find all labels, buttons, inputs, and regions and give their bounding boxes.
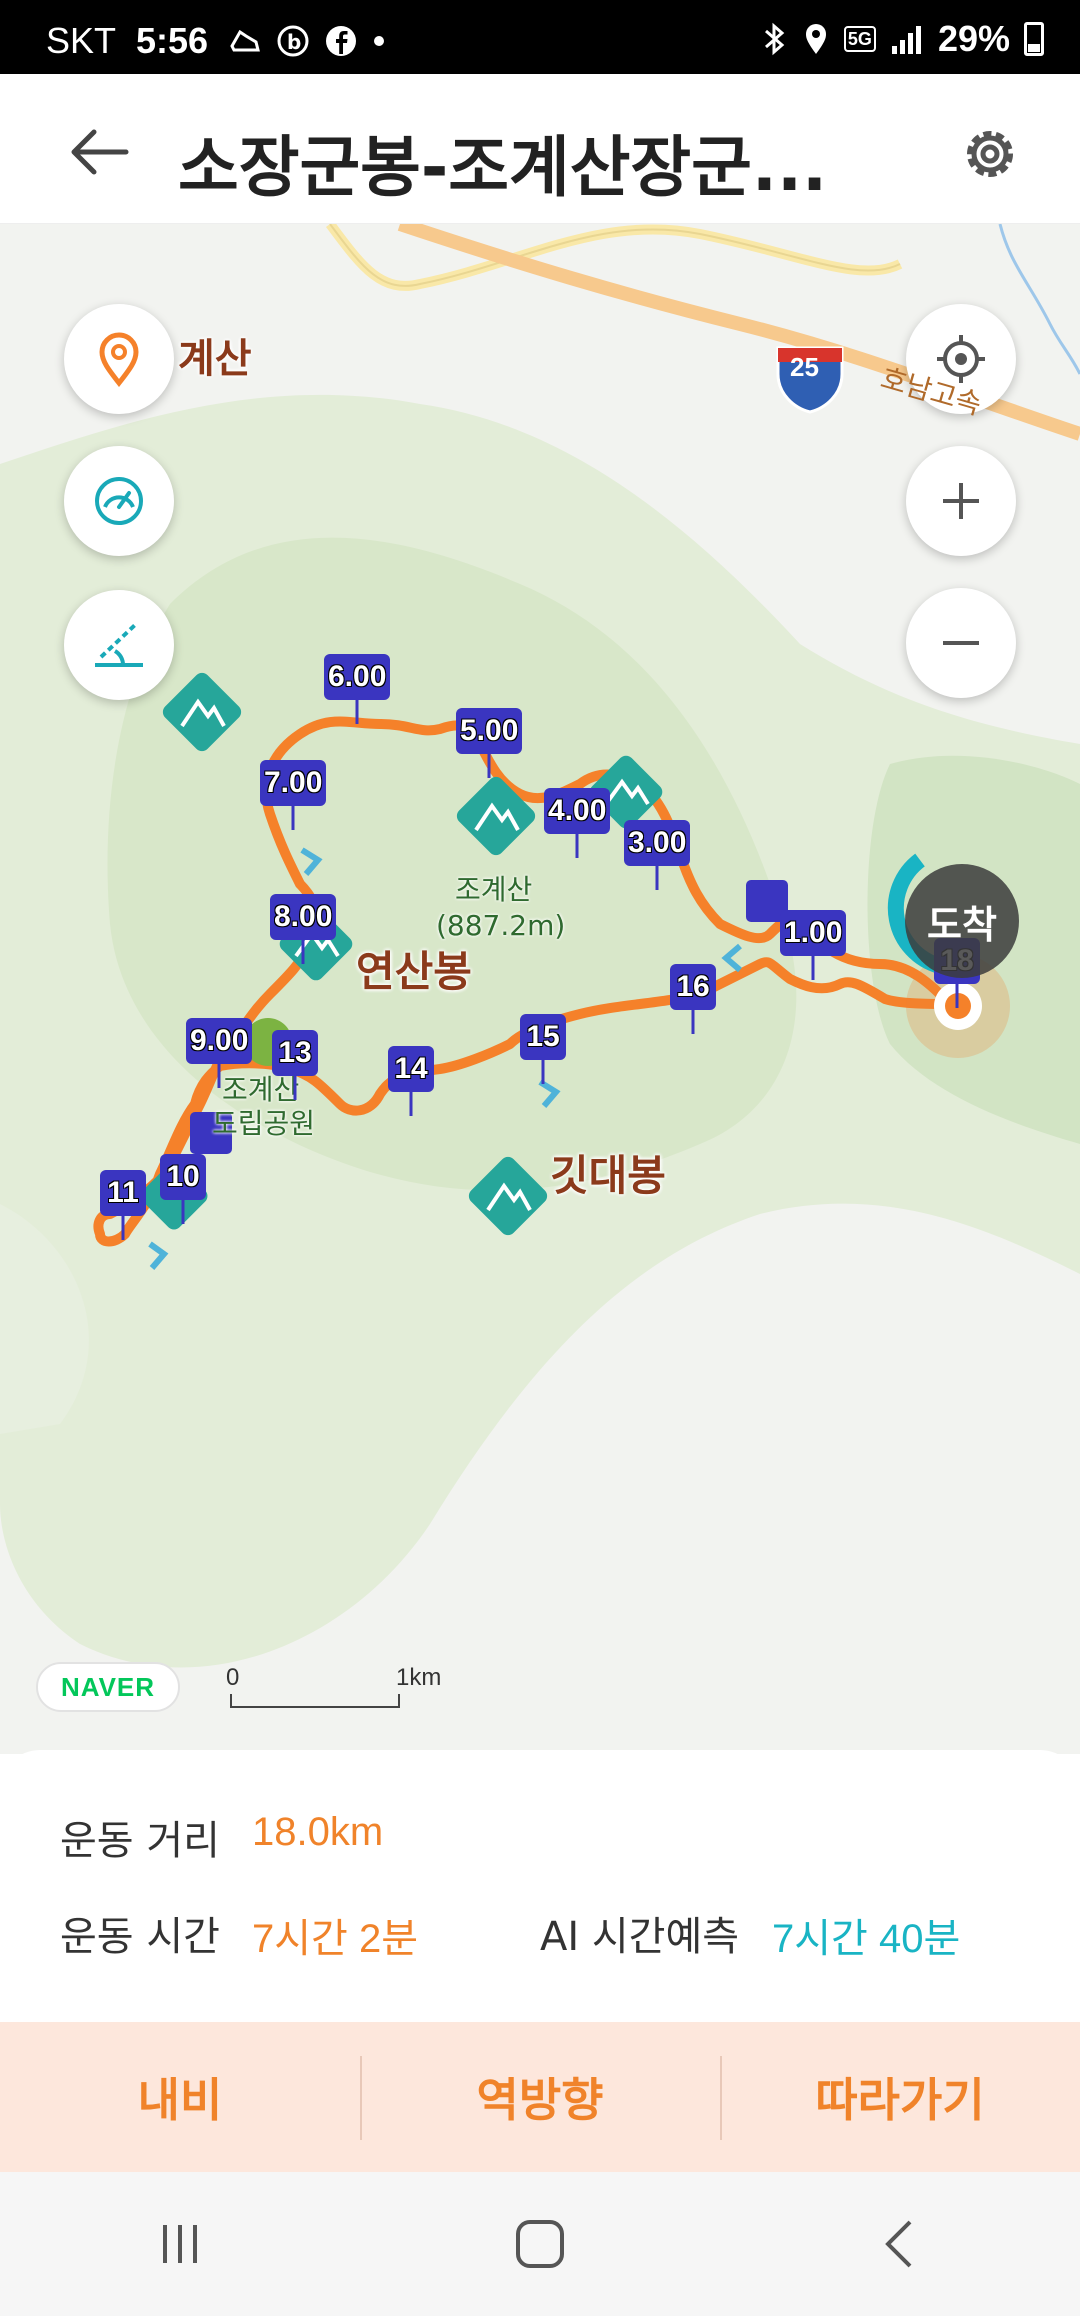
system-back-button[interactable] — [840, 2194, 960, 2294]
speedometer-icon — [95, 477, 143, 525]
peak-main-name: 조계산 — [455, 873, 533, 906]
distance-value: 18.0km — [252, 1810, 384, 1854]
page-title: 소장군봉-조계산장군... — [178, 129, 828, 206]
stats-panel: 운동 거리 18.0km 운동 시간 7시간 2분 AI 시간예측 7시간 40… — [0, 1750, 1080, 2022]
distance-label: 운동 거리 — [60, 1818, 220, 1864]
battery-icon — [1024, 22, 1044, 56]
elevation-button[interactable] — [64, 590, 174, 700]
ai-estimate-label: AI 시간예측 — [540, 1914, 740, 1960]
highway-number: 25 — [790, 352, 819, 382]
b-app-icon: b — [277, 25, 309, 57]
elevation-slope-icon — [95, 623, 143, 667]
time-value: 7시간 2분 — [252, 1917, 419, 1961]
km-marker[interactable]: 5.00 — [456, 708, 523, 754]
follow-route-button[interactable]: 따라가기 — [720, 2022, 1080, 2172]
map-scale: 0 1km — [226, 1664, 446, 1724]
back-button[interactable] — [60, 112, 140, 192]
km-marker[interactable]: 4.00 — [544, 788, 611, 834]
carrier-label: SKT — [46, 20, 117, 61]
home-icon — [516, 2220, 564, 2268]
park-name-line2: 도립공원 — [212, 1107, 316, 1140]
app-header: 소장군봉-조계산장군... — [0, 74, 1080, 224]
notification-icons: b — [228, 24, 386, 58]
naver-logo: NAVER — [36, 1662, 180, 1712]
zoom-out-button[interactable] — [906, 588, 1016, 698]
map-pin-icon — [99, 332, 139, 387]
km-marker[interactable]: 1.00 — [780, 910, 847, 956]
action-bar: 내비 역방향 따라가기 — [0, 2022, 1080, 2172]
map-view[interactable]: 계산 25 호남고속 조계산 (887.2m) 연산봉 깃대봉 조계산 도립공원… — [0, 224, 1080, 1754]
km-marker[interactable]: 10 — [160, 1154, 206, 1200]
peak-gitdae-label: 깃대봉 — [550, 1151, 666, 1200]
navigation-button[interactable]: 내비 — [0, 2022, 360, 2172]
home-button[interactable] — [480, 2194, 600, 2294]
system-nav-bar — [0, 2172, 1080, 2316]
shoe-icon — [230, 29, 260, 52]
km-marker[interactable]: 14 — [388, 1046, 434, 1092]
svg-text:b: b — [287, 30, 301, 54]
chevron-left-icon — [885, 2220, 912, 2268]
plus-icon — [943, 483, 979, 519]
scale-bar — [230, 1694, 400, 1708]
status-bar: SKT 5:56 b 5G 29% — [0, 0, 1080, 74]
park-name-line1: 조계산 — [222, 1073, 300, 1106]
clock: 5:56 — [136, 20, 209, 61]
km-marker[interactable]: 9.00 — [186, 1018, 253, 1064]
arrow-left-icon — [71, 129, 129, 175]
dot-icon — [374, 36, 385, 46]
network-type: 5G — [843, 26, 876, 52]
reverse-direction-button[interactable]: 역방향 — [360, 2022, 720, 2172]
km-marker[interactable]: 13 — [272, 1030, 318, 1076]
km-marker[interactable]: 15 — [520, 1014, 566, 1060]
status-left: SKT 5:56 b — [46, 20, 386, 62]
peak-yeonsan-label: 연산봉 — [356, 947, 472, 996]
km-marker[interactable]: 3.00 — [624, 820, 691, 866]
zoom-in-button[interactable] — [906, 446, 1016, 556]
poi-button[interactable] — [64, 304, 174, 414]
km-marker[interactable]: 11 — [100, 1170, 146, 1216]
km-marker[interactable]: 8.00 — [270, 894, 337, 940]
scale-start: 0 — [226, 1664, 240, 1691]
battery-percent: 29% — [937, 18, 1010, 59]
map-base — [0, 224, 1080, 1668]
ai-estimate-value: 7시간 40분 — [772, 1917, 961, 1961]
km-marker[interactable]: 7.00 — [260, 760, 327, 806]
bluetooth-icon — [764, 22, 785, 56]
speedometer-button[interactable] — [64, 446, 174, 556]
recent-apps-button[interactable] — [120, 2194, 240, 2294]
location-icon — [805, 24, 826, 54]
km-marker[interactable]: 6.00 — [324, 654, 391, 700]
gear-icon — [967, 131, 1013, 177]
minus-icon — [943, 641, 979, 645]
recent-apps-icon — [163, 2225, 197, 2263]
place-label-top-left: 계산 — [178, 336, 252, 382]
scale-end: 1km — [396, 1664, 442, 1691]
km-marker[interactable]: 16 — [670, 964, 716, 1010]
settings-button[interactable] — [950, 114, 1030, 194]
arrival-badge[interactable]: 도착 — [905, 864, 1019, 978]
time-label: 운동 시간 — [60, 1914, 220, 1960]
status-right: 5G 29% — [760, 18, 1044, 60]
facebook-icon — [326, 26, 357, 56]
signal-icon — [891, 26, 921, 54]
